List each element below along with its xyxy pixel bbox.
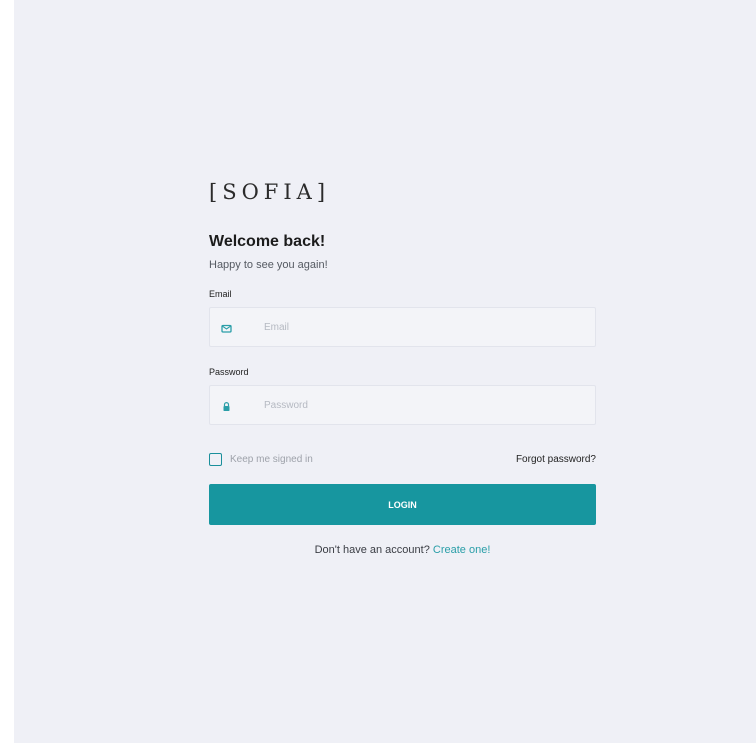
page-subtitle: Happy to see you again! (209, 259, 328, 271)
login-button[interactable]: LOGIN (209, 484, 596, 525)
password-label: Password (209, 367, 249, 377)
page-background: [SOFIA] Welcome back! Happy to see you a… (14, 0, 756, 743)
remember-me-label: Keep me signed in (230, 454, 313, 465)
forgot-password-link[interactable]: Forgot password? (516, 454, 596, 465)
email-label: Email (209, 289, 232, 299)
login-form: [SOFIA] Welcome back! Happy to see you a… (209, 178, 596, 556)
page-title: Welcome back! (209, 233, 326, 250)
password-input[interactable] (264, 386, 584, 424)
remember-me-checkbox[interactable] (209, 453, 222, 466)
password-field-wrapper (209, 385, 596, 425)
email-field-wrapper (209, 307, 596, 347)
mail-icon (221, 321, 232, 333)
email-input[interactable] (264, 308, 584, 346)
signup-prompt-text: Don't have an account? (314, 544, 430, 556)
brand-logo: [SOFIA] (209, 180, 331, 204)
create-account-link[interactable]: Create one! (433, 544, 490, 556)
signup-prompt-row: Don't have an account? Create one! (209, 544, 596, 556)
remember-me-toggle[interactable]: Keep me signed in (209, 453, 313, 466)
lock-icon (221, 399, 232, 411)
login-options-row: Keep me signed in Forgot password? (209, 453, 596, 469)
